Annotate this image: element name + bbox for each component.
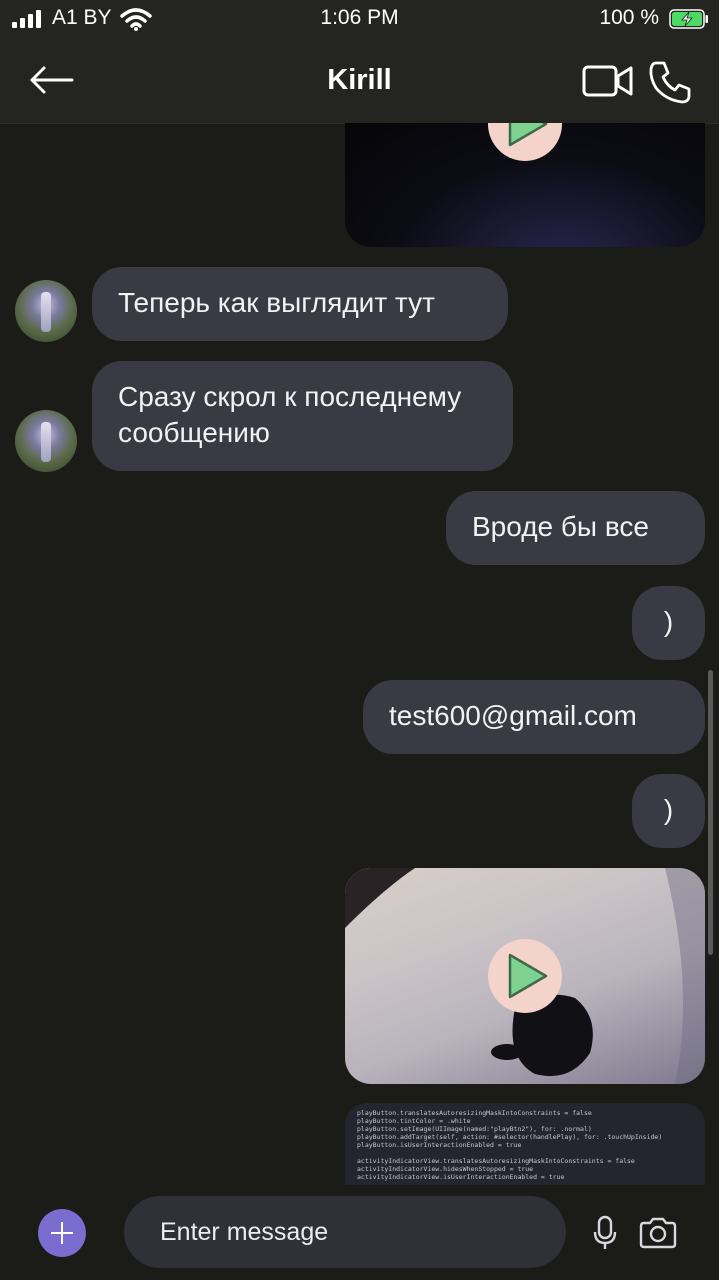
code-line: activityIndicatorView.hidesWhenStopped =… [357, 1165, 534, 1173]
message-text: ) [663, 606, 674, 637]
message-text: test600@gmail.com [389, 700, 637, 731]
contact-avatar[interactable] [15, 280, 77, 342]
video-camera-icon[interactable] [582, 62, 634, 100]
message-bubble[interactable]: Вроде бы все [446, 491, 705, 565]
code-line: playButton.addTarget(self, action: #sele… [357, 1133, 663, 1141]
video-message[interactable] [345, 868, 705, 1084]
composer-bar [0, 1185, 719, 1280]
message-text: Сразу скрол к последнему сообщению [118, 381, 462, 448]
battery-charging-icon [669, 9, 708, 29]
chat-header: Kirill [0, 40, 719, 124]
play-button[interactable] [488, 123, 562, 161]
plus-icon[interactable] [38, 1209, 86, 1257]
message-bubble[interactable]: test600@gmail.com [363, 680, 705, 754]
code-line: activityIndicatorView.translatesAutoresi… [357, 1157, 635, 1165]
message-bubble[interactable]: ) [632, 774, 705, 848]
message-input[interactable] [124, 1196, 566, 1268]
code-line: playButton.tintColor = .white [357, 1117, 471, 1125]
message-bubble[interactable]: Теперь как выглядит тут [92, 267, 508, 341]
contact-avatar[interactable] [15, 410, 77, 472]
scrollbar[interactable] [708, 670, 713, 955]
play-icon [508, 953, 548, 999]
code-line: playButton.isUserInteractionEnabled = tr… [357, 1141, 522, 1149]
code-line: playButton.translatesAutoresizingMaskInt… [357, 1109, 592, 1117]
play-button[interactable] [488, 939, 562, 1013]
message-text: Теперь как выглядит тут [118, 287, 435, 318]
microphone-icon[interactable] [592, 1215, 618, 1251]
camera-icon[interactable] [638, 1217, 678, 1249]
message-bubble[interactable]: Сразу скрол к последнему сообщению [92, 361, 513, 471]
battery-percent: 100 % [599, 6, 659, 29]
code-line: playButton.setImage(UIImage(named:"playB… [357, 1125, 592, 1133]
code-line: activityIndicatorView.isUserInteractionE… [357, 1173, 565, 1181]
message-bubble[interactable]: ) [632, 586, 705, 660]
phone-icon[interactable] [648, 60, 692, 104]
message-text: ) [663, 794, 674, 825]
play-icon [508, 123, 548, 147]
message-text: Вроде бы все [472, 511, 649, 542]
image-message[interactable]: playButton.translatesAutoresizingMaskInt… [345, 1103, 705, 1185]
video-message[interactable] [345, 123, 705, 247]
status-bar: A1 BY 1:06 PM 100 % [0, 0, 719, 40]
